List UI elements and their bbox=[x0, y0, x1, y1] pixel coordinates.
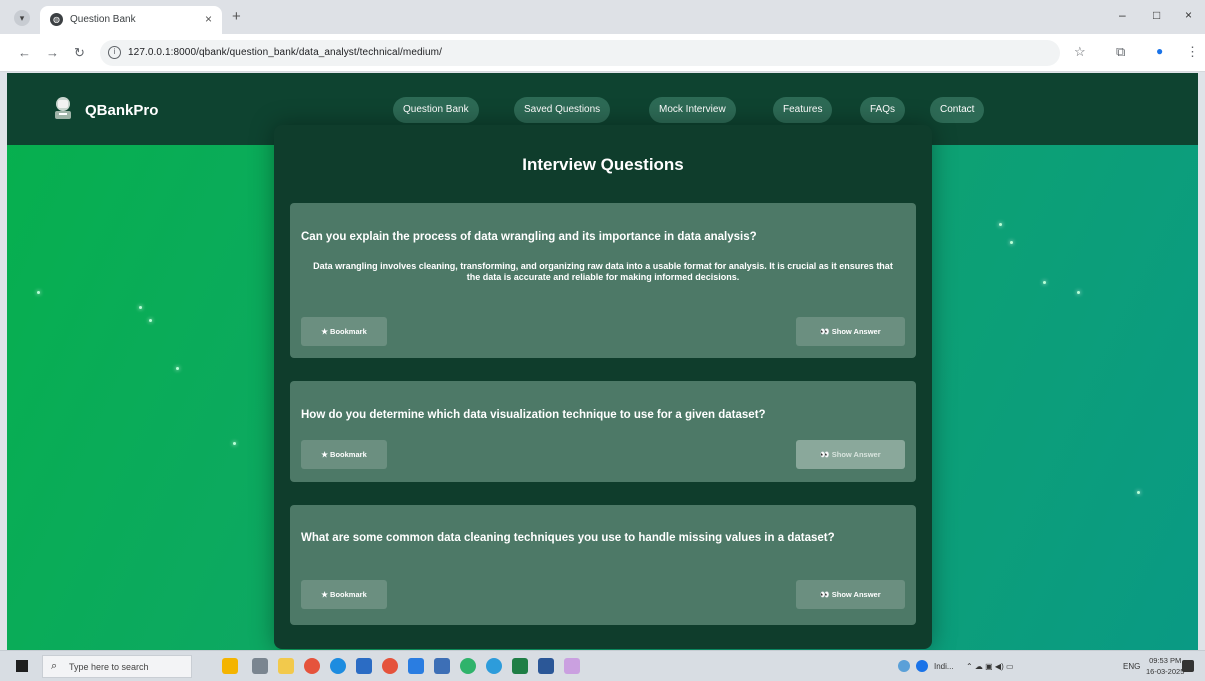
tab-title: Question Bank bbox=[70, 14, 136, 25]
file-explorer-icon[interactable] bbox=[278, 658, 294, 674]
question-card: What are some common data cleaning techn… bbox=[290, 505, 916, 625]
forward-arrow-icon[interactable]: → bbox=[46, 45, 59, 60]
menu-kebab-icon[interactable]: ⋮ bbox=[1186, 44, 1199, 60]
app-icon[interactable] bbox=[434, 658, 450, 674]
site-info-icon[interactable]: i bbox=[108, 46, 121, 59]
chrome-profile-icon[interactable] bbox=[382, 658, 398, 674]
question-text: Can you explain the process of data wran… bbox=[301, 231, 757, 243]
os-taskbar: ⌕ Type here to search Indi... ⌃ ☁ ▣ ◀) ▭… bbox=[0, 650, 1205, 681]
profile-icon[interactable]: ● bbox=[1156, 44, 1163, 58]
language-indicator[interactable]: ENG bbox=[1123, 662, 1140, 671]
bookmark-button[interactable]: ★ Bookmark bbox=[301, 580, 387, 609]
app-icon[interactable] bbox=[564, 658, 580, 674]
nav-saved-questions[interactable]: Saved Questions bbox=[514, 97, 611, 123]
sparkle-decoration bbox=[1043, 281, 1046, 284]
new-tab-button[interactable]: + bbox=[232, 8, 241, 25]
sparkle-decoration bbox=[999, 223, 1002, 226]
task-view-icon[interactable] bbox=[252, 658, 268, 674]
questions-panel: Interview Questions Can you explain the … bbox=[274, 125, 932, 649]
whatsapp-icon[interactable] bbox=[460, 658, 476, 674]
excel-icon[interactable] bbox=[512, 658, 528, 674]
reload-icon[interactable]: ↻ bbox=[74, 45, 85, 61]
nav-faqs[interactable]: FAQs bbox=[860, 97, 906, 123]
url-text: 127.0.0.1:8000/qbank/question_bank/data_… bbox=[128, 47, 442, 58]
qbank-logo-icon[interactable] bbox=[49, 94, 77, 122]
sparkle-decoration bbox=[1137, 491, 1140, 494]
vscode-icon[interactable] bbox=[408, 658, 424, 674]
brand-name[interactable]: QBankPro bbox=[85, 102, 158, 119]
show-answer-button[interactable]: 👀 Show Answer bbox=[796, 440, 905, 469]
notification-icon[interactable] bbox=[1182, 660, 1194, 672]
show-answer-button[interactable]: 👀 Show Answer bbox=[796, 317, 905, 346]
back-arrow-icon[interactable]: ← bbox=[18, 45, 31, 60]
tab-close-icon[interactable]: × bbox=[205, 12, 212, 26]
taskbar-search-input[interactable]: ⌕ Type here to search bbox=[42, 655, 192, 678]
windows-start-icon[interactable] bbox=[16, 660, 28, 672]
nav-features[interactable]: Features bbox=[773, 97, 833, 123]
sparkle-decoration bbox=[37, 291, 40, 294]
page-background: QBankPro Question Bank Saved Questions M… bbox=[7, 73, 1198, 650]
browser-tab-strip: ▾ ◍ Question Bank × + – □ × bbox=[0, 0, 1205, 34]
bookmark-button[interactable]: ★ Bookmark bbox=[301, 440, 387, 469]
question-text: What are some common data cleaning techn… bbox=[301, 532, 835, 544]
maximize-button[interactable]: □ bbox=[1153, 8, 1160, 22]
chrome-icon[interactable] bbox=[304, 658, 320, 674]
browser-tab[interactable]: ◍ Question Bank × bbox=[40, 6, 222, 34]
close-window-button[interactable]: × bbox=[1185, 8, 1192, 22]
bookmark-star-icon[interactable]: ☆ bbox=[1074, 44, 1086, 60]
clock-date: 16-03-2025 bbox=[1146, 667, 1185, 676]
app-icon[interactable] bbox=[486, 658, 502, 674]
nav-mock-interview[interactable]: Mock Interview bbox=[649, 97, 736, 123]
tray-app-icon[interactable] bbox=[916, 660, 928, 672]
nav-contact[interactable]: Contact bbox=[930, 97, 985, 123]
sparkle-decoration bbox=[233, 442, 236, 445]
show-answer-button[interactable]: 👀 Show Answer bbox=[796, 580, 905, 609]
browser-toolbar: ← → ↻ i 127.0.0.1:8000/qbank/question_ba… bbox=[0, 34, 1205, 72]
search-icon: ⌕ bbox=[51, 660, 58, 672]
question-card: Can you explain the process of data wran… bbox=[290, 203, 916, 358]
tab-search-icon[interactable]: ▾ bbox=[14, 10, 30, 26]
tray-overflow-icons[interactable]: ⌃ ☁ ▣ ◀) ▭ bbox=[966, 662, 1014, 671]
weather-icon[interactable] bbox=[898, 660, 910, 672]
sparkle-decoration bbox=[139, 306, 142, 309]
sparkle-decoration bbox=[176, 367, 179, 370]
nav-question-bank[interactable]: Question Bank bbox=[393, 97, 479, 123]
store-icon[interactable] bbox=[356, 658, 372, 674]
globe-icon: ◍ bbox=[50, 13, 63, 26]
clock[interactable]: 09:53 PM 16-03-2025 bbox=[1146, 655, 1184, 677]
word-icon[interactable] bbox=[538, 658, 554, 674]
question-text: How do you determine which data visualiz… bbox=[301, 409, 766, 421]
page-title: Interview Questions bbox=[522, 155, 684, 174]
address-bar[interactable]: i 127.0.0.1:8000/qbank/question_bank/dat… bbox=[100, 40, 1060, 66]
question-card: How do you determine which data visualiz… bbox=[290, 381, 916, 482]
sparkle-decoration bbox=[149, 319, 152, 322]
copilot-icon[interactable] bbox=[222, 658, 238, 674]
weather-text[interactable]: Indi... bbox=[934, 662, 954, 671]
minimize-button[interactable]: – bbox=[1119, 8, 1126, 22]
sparkle-decoration bbox=[1077, 291, 1080, 294]
answer-text: Data wrangling involves cleaning, transf… bbox=[313, 261, 893, 282]
clock-time: 09:53 PM bbox=[1149, 656, 1182, 665]
edge-icon[interactable] bbox=[330, 658, 346, 674]
search-placeholder: Type here to search bbox=[69, 662, 149, 672]
extensions-icon[interactable]: ⧉ bbox=[1116, 44, 1125, 60]
bookmark-button[interactable]: ★ Bookmark bbox=[301, 317, 387, 346]
sparkle-decoration bbox=[1010, 241, 1013, 244]
